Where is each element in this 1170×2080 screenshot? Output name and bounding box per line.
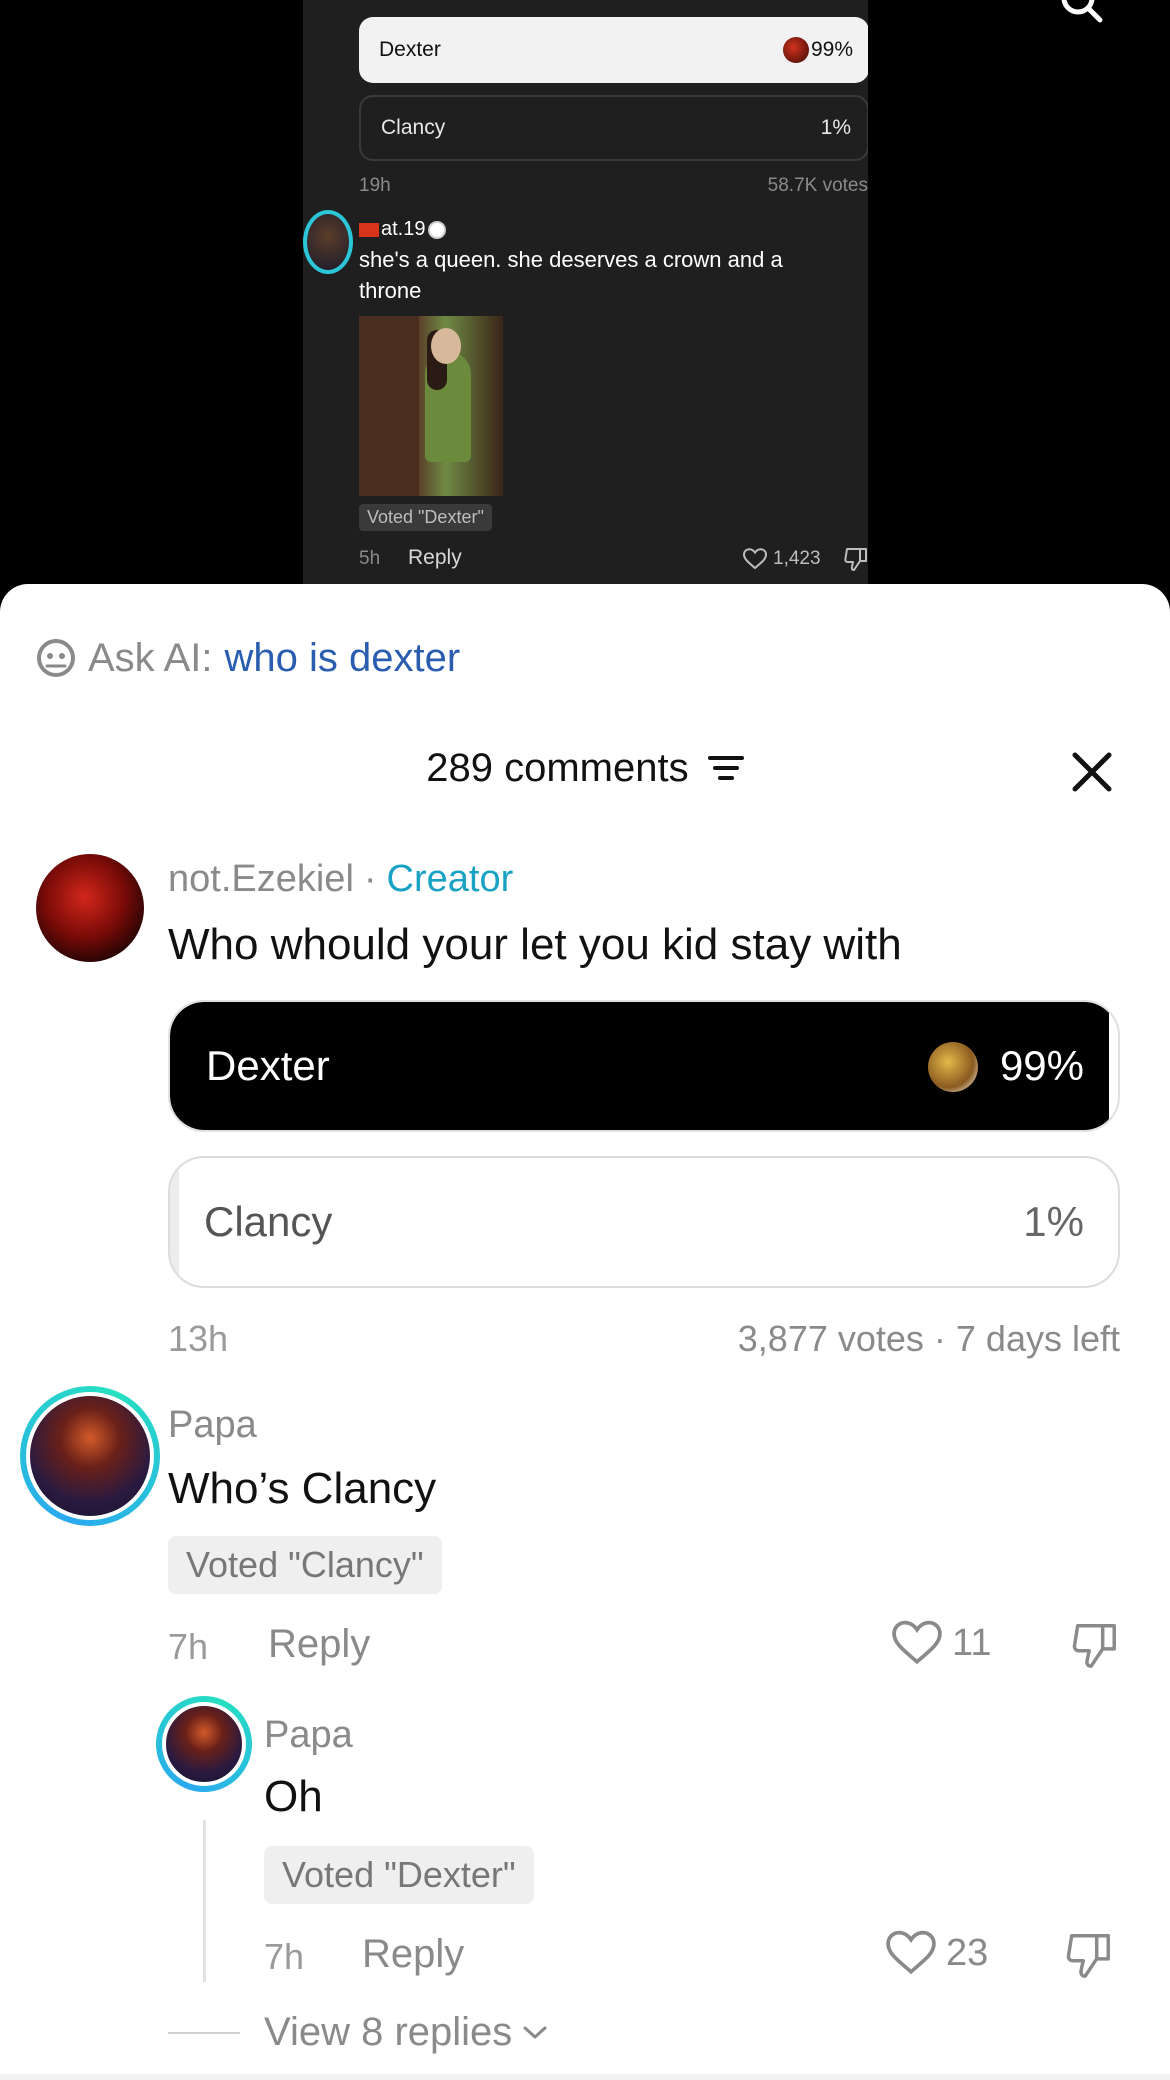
voter-avatar-icon: [783, 37, 809, 63]
comment-author[interactable]: Papa: [264, 1714, 353, 1757]
comment-text: Who whould your let you kid stay with: [168, 920, 902, 969]
video-frame: Dexter 99% Clancy 1% 19h 58.7K votes at.…: [303, 0, 868, 600]
video-player[interactable]: Dexter 99% Clancy 1% 19h 58.7K votes at.…: [0, 0, 1170, 600]
video-reply-link: Reply: [408, 546, 462, 569]
voter-avatar-icon: [928, 1042, 978, 1092]
avatar[interactable]: [20, 1386, 160, 1526]
reply-button[interactable]: Reply: [362, 1932, 464, 1977]
flag-icon: [359, 222, 379, 237]
avatar[interactable]: [156, 1696, 252, 1792]
video-poll-option-dexter: Dexter 99%: [359, 17, 868, 83]
chevron-down-icon: [523, 2026, 547, 2038]
comment-author[interactable]: Papa: [168, 1404, 257, 1447]
dislike-icon[interactable]: [1064, 1930, 1114, 1980]
comment-author[interactable]: not.Ezekiel: [168, 858, 354, 900]
video-voted-tag: Voted "Dexter": [359, 504, 492, 531]
divider: [168, 2032, 240, 2034]
video-poll-option-clancy: Clancy 1%: [359, 95, 868, 161]
ai-icon: [37, 639, 75, 677]
comment-author-line: not.Ezekiel · Creator: [168, 858, 514, 900]
comment-count: 289 comments: [426, 745, 689, 790]
comment-time: 13h: [168, 1318, 229, 1359]
video-poll-votes: 58.7K votes: [767, 175, 868, 196]
dislike-icon: [844, 548, 867, 571]
heart-icon: [886, 1930, 936, 1975]
creator-badge: Creator: [386, 858, 514, 900]
view-replies-button[interactable]: View 8 replies: [264, 2010, 548, 2055]
voted-tag: Voted "Clancy": [168, 1536, 442, 1594]
poll-option-clancy[interactable]: Clancy 1%: [168, 1156, 1120, 1288]
thread-line: [203, 1820, 206, 1982]
video-poll-time: 19h: [359, 175, 391, 196]
poll-meta: 3,877 votes · 7 days left: [737, 1318, 1120, 1359]
comment-image: [359, 316, 503, 496]
ask-ai-label: Ask AI:: [88, 635, 213, 680]
close-icon[interactable]: [1070, 750, 1114, 794]
ask-ai-suggestion[interactable]: Ask AI: who is dexter: [36, 636, 460, 680]
comment-time: 7h: [264, 1936, 305, 1977]
comments-header: 289 comments: [0, 744, 1170, 800]
voted-tag: Voted "Dexter": [264, 1846, 534, 1904]
like-count: 23: [946, 1931, 989, 1974]
like-button[interactable]: 11: [892, 1620, 991, 1666]
search-icon[interactable]: [1060, 0, 1104, 24]
comment-time: 7h: [168, 1626, 209, 1667]
heart-icon: [892, 1620, 942, 1665]
heart-icon: [743, 548, 767, 570]
avatar: [303, 210, 353, 274]
video-comment-text: she's a queen. she deserves a crown and …: [359, 247, 783, 303]
like-count: 11: [952, 1621, 992, 1664]
comment-text: Who’s Clancy: [168, 1464, 437, 1513]
soccer-ball-icon: [428, 220, 447, 239]
poll-fill: [170, 1158, 180, 1286]
dislike-icon[interactable]: [1070, 1620, 1120, 1670]
like-button[interactable]: 23: [886, 1930, 988, 1976]
comment-text: Oh: [264, 1772, 323, 1821]
poll-option-dexter[interactable]: Dexter 99%: [168, 1000, 1120, 1132]
reply-button[interactable]: Reply: [268, 1622, 370, 1667]
ask-ai-query[interactable]: who is dexter: [225, 636, 461, 681]
avatar[interactable]: [36, 854, 144, 962]
sort-icon[interactable]: [707, 753, 744, 783]
video-comment-time: 5h: [359, 548, 381, 569]
video-comment-username: at.19: [359, 218, 447, 241]
divider: [0, 2074, 1170, 2080]
video-like: 1,423: [743, 548, 821, 570]
